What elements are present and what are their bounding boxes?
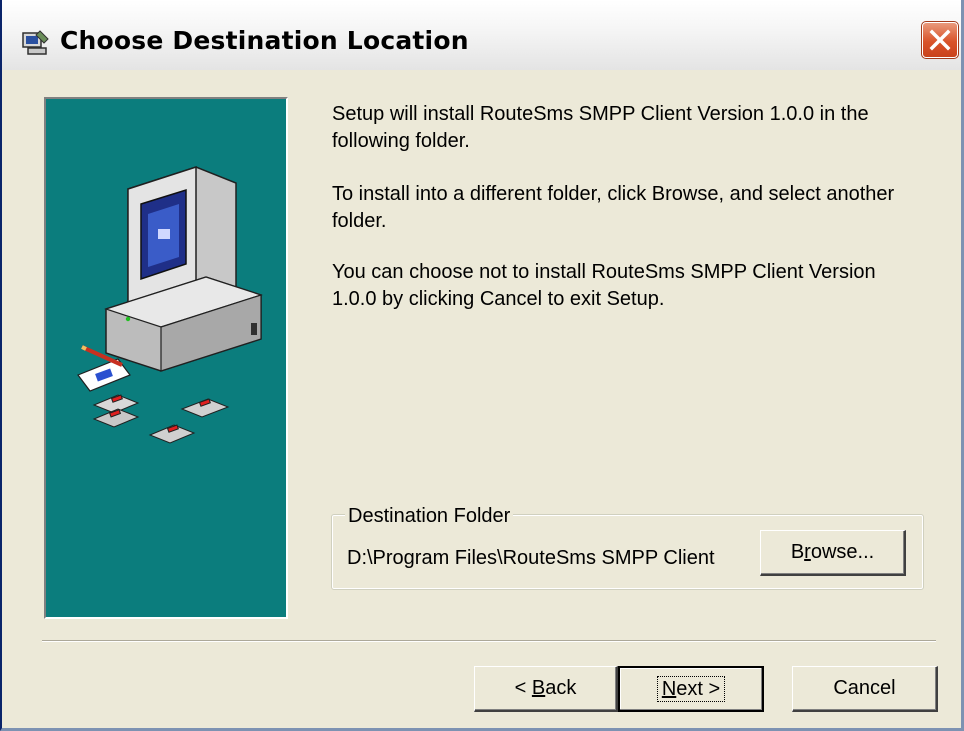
- back-button[interactable]: < Back: [474, 666, 618, 712]
- computer-with-floppy-disks-illustration: [77, 165, 263, 444]
- back-mnemonic: B: [531, 677, 546, 699]
- close-button[interactable]: [921, 21, 959, 59]
- browse-instructions-text: To install into a different folder, clic…: [332, 183, 895, 232]
- setup-computer-icon: [22, 30, 49, 55]
- next-label-end: ext >: [676, 678, 721, 700]
- back-arrow: <: [514, 677, 532, 699]
- cancel-button[interactable]: Cancel: [792, 666, 938, 712]
- cancel-instructions-text: You can choose not to install RouteSms S…: [332, 261, 876, 310]
- destination-path: D:\Program Files\RouteSms SMPP Client: [347, 547, 715, 569]
- footer-separator: [42, 640, 936, 642]
- window-title: Choose Destination Location: [60, 26, 469, 55]
- browse-button[interactable]: Browse...: [760, 530, 906, 576]
- side-panel: [44, 97, 288, 619]
- intro-text: Setup will install RouteSms SMPP Client …: [332, 103, 869, 152]
- destination-folder-label: Destination Folder: [345, 504, 514, 528]
- next-focus-ring: Next >: [656, 676, 726, 702]
- browse-mnemonic: r: [804, 541, 811, 563]
- close-icon: [929, 29, 951, 51]
- browse-label-end: owse...: [810, 541, 875, 563]
- next-mnemonic: N: [661, 678, 677, 700]
- browse-label-start: B: [790, 541, 805, 563]
- title-bar[interactable]: Choose Destination Location: [2, 0, 961, 70]
- setup-dialog: Choose Destination Location Setup will i…: [0, 0, 964, 731]
- back-label-end: ack: [545, 677, 577, 699]
- next-button[interactable]: Next >: [618, 666, 764, 712]
